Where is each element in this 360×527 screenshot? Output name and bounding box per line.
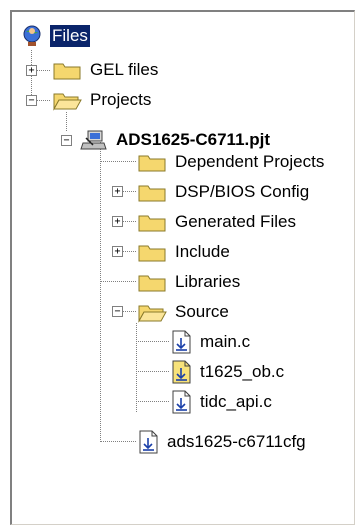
project-tree: Files + GEL files − Projects − ADS1625-C… (12, 12, 354, 524)
tree-connector (100, 281, 136, 282)
folder-open-icon (137, 301, 167, 323)
tree-item-projects[interactable]: Projects (52, 85, 153, 115)
folder-closed-icon (137, 151, 167, 173)
tree-connector (136, 341, 169, 342)
c-file-icon (170, 360, 192, 384)
tree-item-source[interactable]: Source (137, 297, 231, 327)
collapse-toggle[interactable]: − (112, 306, 123, 317)
tree-connector (136, 371, 169, 372)
tree-item-label: main.c (200, 332, 251, 351)
tree-item-main-c[interactable]: main.c (170, 327, 252, 357)
file-view-panel: Files + GEL files − Projects − ADS1625-C… (10, 10, 355, 525)
tree-connector (100, 142, 101, 442)
tree-connector (100, 441, 136, 442)
expand-toggle[interactable]: + (26, 65, 37, 76)
expand-toggle[interactable]: + (112, 246, 123, 257)
tree-item-include[interactable]: Include (137, 237, 232, 267)
tree-root-files[interactable]: Files (20, 21, 90, 51)
tree-item-dsp-bios-config[interactable]: DSP/BIOS Config (137, 177, 311, 207)
globe-person-icon (20, 24, 44, 48)
tree-item-generated-files[interactable]: Generated Files (137, 207, 298, 237)
expand-toggle[interactable]: + (112, 216, 123, 227)
tree-item-tidc-api-c[interactable]: tidc_api.c (170, 387, 274, 417)
c-file-icon (170, 330, 192, 354)
tree-item-t1625-ob-c[interactable]: t1625_ob.c (170, 357, 286, 387)
tree-item-label: Files (50, 25, 90, 47)
tree-item-label: t1625_ob.c (200, 362, 285, 381)
collapse-toggle[interactable]: − (26, 95, 37, 106)
tree-item-label: GEL files (90, 60, 159, 79)
folder-closed-icon (137, 181, 167, 203)
tree-item-label: Generated Files (175, 212, 296, 231)
tree-item-label: tidc_api.c (200, 392, 272, 411)
project-icon (80, 129, 108, 151)
tree-connector (37, 70, 50, 71)
tree-item-gel-files[interactable]: GEL files (52, 55, 160, 85)
tree-item-label: Source (175, 302, 229, 321)
tree-connector (37, 100, 50, 101)
expand-toggle[interactable]: + (112, 186, 123, 197)
folder-closed-icon (52, 59, 82, 81)
tree-item-label: Include (175, 242, 230, 261)
folder-closed-icon (137, 271, 167, 293)
tree-item-label: DSP/BIOS Config (175, 182, 310, 201)
folder-open-icon (52, 89, 82, 111)
tree-item-dependent-projects[interactable]: Dependent Projects (137, 147, 326, 177)
tree-item-ads1625-c6711cfg[interactable]: ads1625-c6711cfg (137, 427, 308, 457)
tree-connector (136, 401, 169, 402)
tree-connector (100, 161, 136, 162)
tree-item-label: Projects (90, 90, 152, 109)
tree-connector (136, 323, 137, 412)
c-file-icon (137, 430, 159, 454)
collapse-toggle[interactable]: − (61, 135, 72, 146)
tree-item-label: Libraries (175, 272, 241, 291)
folder-closed-icon (137, 241, 167, 263)
tree-item-libraries[interactable]: Libraries (137, 267, 242, 297)
tree-item-label: ads1625-c6711cfg (167, 432, 306, 451)
tree-item-label: Dependent Projects (175, 152, 325, 171)
c-file-icon (170, 390, 192, 414)
folder-closed-icon (137, 211, 167, 233)
